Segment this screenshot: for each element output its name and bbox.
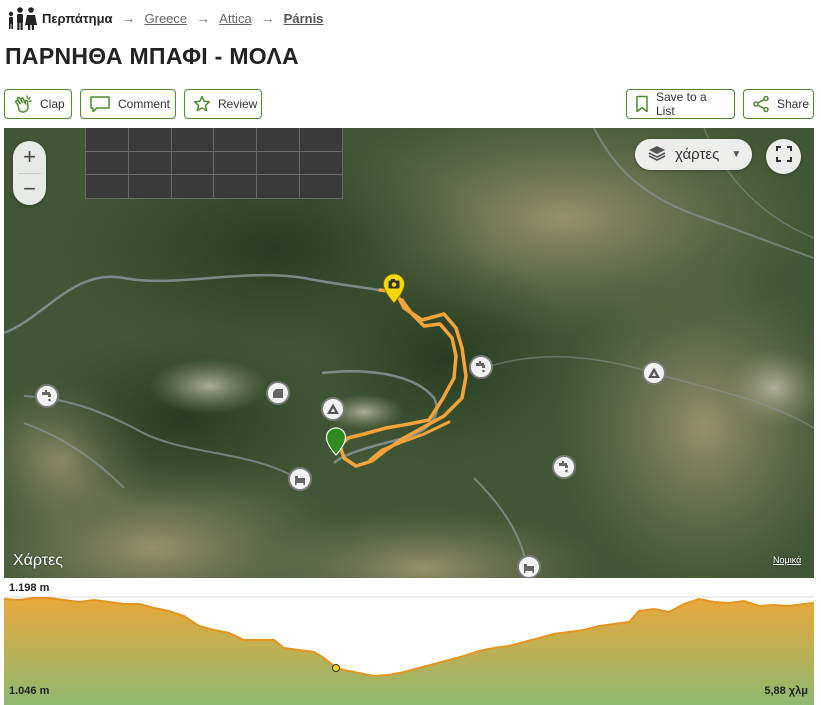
review-label: Review: [218, 97, 258, 111]
zoom-divider: [18, 173, 41, 174]
bookmark-icon: [635, 95, 649, 113]
fullscreen-button[interactable]: [766, 139, 801, 174]
map-legal-link[interactable]: Νομικά: [773, 555, 801, 565]
review-button[interactable]: Review: [184, 89, 262, 119]
map-layer-selector[interactable]: χάρτες ▼: [635, 139, 752, 170]
chevron-down-icon: ▼: [731, 149, 742, 160]
breadcrumb-activity[interactable]: Περπάτημα: [42, 11, 113, 26]
save-to-list-button[interactable]: Save to a List: [626, 89, 735, 119]
shelter-icon[interactable]: [266, 381, 290, 405]
breadcrumb-item-parnis[interactable]: Párnis: [284, 11, 324, 26]
water-tap-icon[interactable]: [469, 355, 493, 379]
start-marker[interactable]: [325, 427, 347, 457]
breadcrumb-separator: →: [121, 10, 136, 26]
zoom-control: + −: [13, 141, 46, 205]
summit-icon[interactable]: [642, 361, 666, 385]
page-title: ΠΑΡΝΗΘΑ ΜΠΑΦΙ - ΜΟΛΑ: [5, 43, 299, 69]
photo-marker[interactable]: [382, 273, 406, 305]
water-tap-icon[interactable]: [35, 384, 59, 408]
clap-label: Clap: [40, 97, 65, 111]
photo-position-marker: [332, 664, 340, 672]
comment-icon: [89, 95, 111, 113]
elevation-area: [4, 598, 814, 705]
summit-icon[interactable]: [321, 397, 345, 421]
breadcrumb: Περπάτημα → Greece → Attica → Párnis: [6, 6, 323, 30]
clap-button[interactable]: Clap: [4, 89, 72, 119]
refuge-icon[interactable]: [517, 555, 541, 578]
elevation-profile[interactable]: 1.198 m 1.046 m 5,88 χλμ: [4, 578, 814, 705]
loading-tile-grid: [85, 128, 343, 199]
breadcrumb-item-attica[interactable]: Attica: [219, 11, 252, 26]
zoom-out-button[interactable]: −: [13, 173, 46, 205]
trail-map[interactable]: + − χάρτες ▼ Χάρτες Νομικά: [4, 128, 814, 578]
comment-label: Comment: [118, 97, 171, 111]
save-to-list-label: Save to a List: [656, 90, 707, 118]
map-brand-label: Χάρτες: [13, 552, 63, 569]
hiking-people-icon: [6, 6, 38, 30]
elevation-max-label: 1.198 m: [9, 582, 50, 594]
elevation-chart: [4, 596, 814, 705]
map-provider-logo: Χάρτες: [13, 552, 63, 570]
share-label: Share: [777, 97, 810, 111]
comment-button[interactable]: Comment: [80, 89, 176, 119]
layer-label: χάρτες: [675, 146, 720, 163]
layers-icon: [647, 144, 667, 166]
breadcrumb-separator: →: [260, 10, 275, 26]
clap-hands-icon: [13, 94, 33, 114]
breadcrumb-separator: →: [196, 10, 211, 26]
zoom-in-button[interactable]: +: [13, 141, 46, 173]
fullscreen-icon: [775, 145, 793, 168]
water-tap-icon[interactable]: [552, 455, 576, 479]
elevation-min-label: 1.046 m: [9, 685, 50, 697]
share-button[interactable]: Share: [743, 89, 814, 119]
elevation-distance-label: 5,88 χλμ: [764, 685, 808, 697]
breadcrumb-item-greece[interactable]: Greece: [145, 11, 188, 26]
share-icon: [752, 95, 770, 113]
star-icon: [193, 95, 211, 113]
refuge-icon[interactable]: [288, 467, 312, 491]
